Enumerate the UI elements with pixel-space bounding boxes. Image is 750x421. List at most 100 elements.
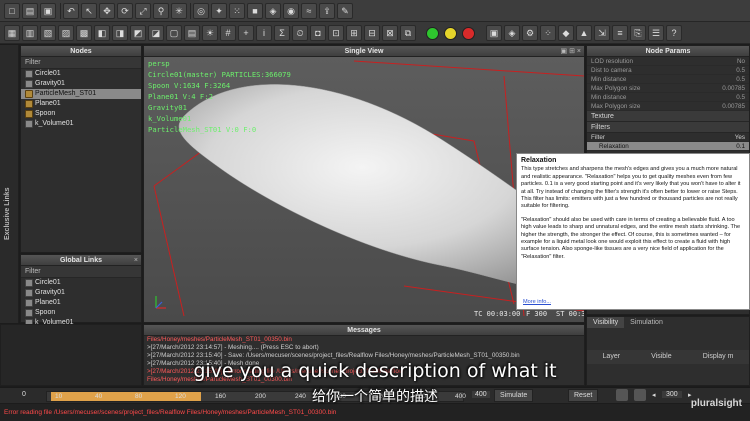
texture-icon[interactable]: ▤ [184, 25, 200, 41]
object-icon[interactable]: ■ [247, 3, 263, 19]
fps-icon[interactable]: ⏲ [292, 25, 308, 41]
export-icon[interactable]: ⇪ [319, 3, 335, 19]
save-scene-icon[interactable]: ▣ [40, 3, 56, 19]
node-item[interactable]: Gravity01 [21, 79, 141, 89]
view-icon[interactable]: ▧ [40, 25, 56, 41]
layout-icon[interactable]: ▥ [22, 25, 38, 41]
axes-toggle-icon[interactable]: + [238, 25, 254, 41]
tab-simulation[interactable]: Simulation [624, 317, 669, 328]
settings-icon[interactable]: ⚙ [522, 25, 538, 41]
wireframe-icon[interactable]: ◪ [148, 25, 164, 41]
preview-icon[interactable]: ▩ [76, 25, 92, 41]
global-link-item[interactable]: Plane01 [21, 298, 141, 308]
param-row[interactable]: LOD resolution No [587, 57, 749, 66]
param-value[interactable]: 0.00785 [722, 102, 745, 111]
param-row[interactable]: Max Polygon size 0.00785 [587, 84, 749, 93]
idoc-icon[interactable]: ⊠ [382, 25, 398, 41]
undo-icon[interactable]: ↶ [63, 3, 79, 19]
wave-icon[interactable]: ≈ [301, 3, 317, 19]
tab-visibility[interactable]: Visibility [587, 317, 625, 328]
status-red-icon[interactable] [462, 27, 475, 40]
mesh-icon[interactable]: ◈ [265, 3, 281, 19]
stats-icon[interactable]: Σ [274, 25, 290, 41]
open-scene-icon[interactable]: ▤ [22, 3, 38, 19]
batch-script-icon[interactable]: ⎘ [630, 25, 646, 41]
particles-icon[interactable]: ⁙ [229, 3, 245, 19]
message-line: >[27/March/2012 23:15:40] - Save: /Users… [147, 352, 520, 359]
export-central-icon[interactable]: ⇲ [594, 25, 610, 41]
param-row[interactable]: Dist to camera 0.5 [587, 66, 749, 75]
filters-section[interactable]: Filters [587, 122, 749, 133]
node-item[interactable]: k_Volume01 [21, 119, 141, 129]
node-item[interactable]: Circle01 [21, 69, 141, 79]
close-icon[interactable]: × [134, 255, 138, 266]
status-bar: Error reading file /Users/mecuser/scenes… [0, 404, 750, 421]
param-value[interactable]: 0.00785 [722, 84, 745, 93]
relaxation-filter-row[interactable]: Relaxation 0.1 [587, 142, 749, 151]
node-item[interactable]: Spoon [21, 109, 141, 119]
global-link-item[interactable]: Circle01 [21, 278, 141, 288]
rotate-icon[interactable]: ⟳ [117, 3, 133, 19]
nodes-filter[interactable]: Filter [21, 57, 141, 69]
param-value[interactable]: No [737, 57, 745, 66]
link-icon[interactable]: ⚲ [153, 3, 169, 19]
shading-icon[interactable]: ◩ [130, 25, 146, 41]
particles-view-icon[interactable]: ⁘ [540, 25, 556, 41]
param-row[interactable]: Max Polygon size 0.00785 [587, 102, 749, 111]
global-links-filter[interactable]: Filter [21, 266, 141, 278]
snapshot-icon[interactable]: ◘ [310, 25, 326, 41]
node-item[interactable]: Plane01 [21, 99, 141, 109]
texture-section[interactable]: Texture [587, 111, 749, 122]
camera-icon[interactable]: ◉ [283, 3, 299, 19]
global-link-label: Plane01 [35, 299, 61, 306]
graph-icon[interactable]: ⧉ [400, 25, 416, 41]
global-link-item[interactable]: Gravity01 [21, 288, 141, 298]
new-scene-icon[interactable]: □ [4, 3, 20, 19]
param-label: Min distance [591, 94, 627, 101]
param-value[interactable]: 0.5 [736, 75, 745, 84]
global-link-item[interactable]: Spoon [21, 308, 141, 318]
bounding-icon[interactable]: ▢ [166, 25, 182, 41]
node-label: Plane01 [35, 100, 61, 107]
node-params-title: Node Params [587, 46, 749, 57]
python-icon[interactable]: ≡ [612, 25, 628, 41]
param-row[interactable]: Min distance 0.5 [587, 75, 749, 84]
move-icon[interactable]: ✥ [99, 3, 115, 19]
hud-line: Plane01 V:4 F:2 [148, 92, 213, 101]
grid-toggle-icon[interactable]: # [220, 25, 236, 41]
grid-icon[interactable]: ▦ [4, 25, 20, 41]
help-icon[interactable]: ? [666, 25, 682, 41]
status-yellow-icon[interactable] [444, 27, 457, 40]
cache-icon[interactable]: ▣ [486, 25, 502, 41]
daemon-icon[interactable]: ✦ [211, 3, 227, 19]
secondary-toolbar: ▦ ▥ ▧ ▨ ▩ ◧ ◨ ◩ ◪ ▢ ▤ ☀ # + i Σ ⏲ ◘ ⊡ ⊞ … [0, 22, 750, 44]
exclusive-links-label[interactable]: Exclusive Links [4, 187, 11, 240]
volume-icon[interactable]: ▲ [576, 25, 592, 41]
cube-icon[interactable]: ◧ [94, 25, 110, 41]
axis-icon[interactable]: ✳ [171, 3, 187, 19]
emitter-icon[interactable]: ◎ [193, 3, 209, 19]
viewport-controls-icon[interactable]: ▣ ⊞ × [561, 46, 581, 57]
more-info-link[interactable]: More info... [523, 299, 551, 306]
hud-toggle-icon[interactable]: i [256, 25, 272, 41]
capture-icon[interactable]: ⊡ [328, 25, 344, 41]
light-icon[interactable]: ☀ [202, 25, 218, 41]
preferences-icon[interactable]: ☰ [648, 25, 664, 41]
select-icon[interactable]: ↖ [81, 3, 97, 19]
tooltip-paragraph-1: This type stretches and sharpens the mes… [521, 166, 741, 210]
render-icon[interactable]: ▨ [58, 25, 74, 41]
link-item-icon [25, 309, 33, 317]
param-value[interactable]: 0.5 [736, 93, 745, 102]
box-icon[interactable]: ◨ [112, 25, 128, 41]
hybrido-icon[interactable]: ◈ [504, 25, 520, 41]
script-icon[interactable]: ✎ [337, 3, 353, 19]
mesh-view-icon[interactable]: ◆ [558, 25, 574, 41]
scale-icon[interactable]: ⤢ [135, 3, 151, 19]
global-links-list: Circle01 Gravity01 Plane01 Spoon k_Volume01 [21, 278, 141, 328]
param-row[interactable]: Min distance 0.5 [587, 93, 749, 102]
param-value[interactable]: 0.5 [736, 66, 745, 75]
status-green-icon[interactable] [426, 27, 439, 40]
batch-icon[interactable]: ⊟ [364, 25, 380, 41]
output-icon[interactable]: ⊞ [346, 25, 362, 41]
node-item[interactable]: ParticleMesh_ST01 [21, 89, 141, 99]
